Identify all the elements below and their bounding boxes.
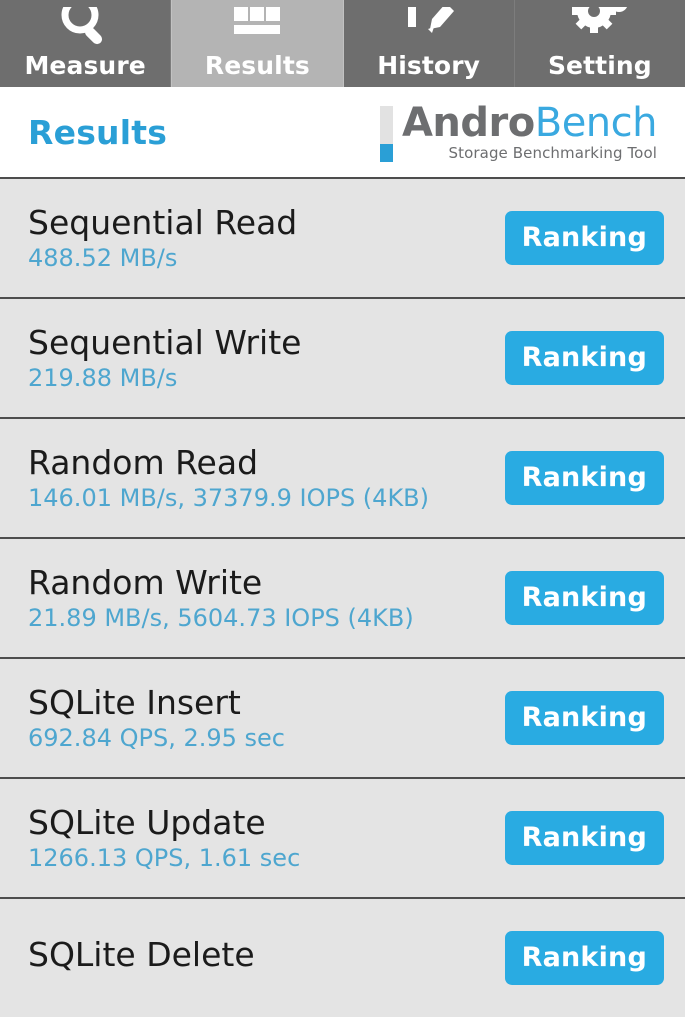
result-row-random-write[interactable]: Random Write 21.89 MB/s, 5604.73 IOPS (4… [0,537,685,657]
result-texts: Random Write 21.89 MB/s, 5604.73 IOPS (4… [28,566,414,630]
result-row-sequential-write[interactable]: Sequential Write 219.88 MB/s Ranking [0,297,685,417]
ranking-button[interactable]: Ranking [504,571,664,625]
result-title: SQLite Update [28,802,266,842]
clipboard-pencil-icon [344,7,514,51]
logo-bench: Bench [534,99,658,146]
bar-chart-icon [172,7,342,51]
result-row-sqlite-insert[interactable]: SQLite Insert 692.84 QPS, 2.95 sec Ranki… [0,657,685,777]
ranking-button[interactable]: Ranking [504,691,664,745]
results-list: Sequential Read 488.52 MB/s Ranking Sequ… [0,177,685,1017]
tab-setting[interactable]: Setting [514,0,685,87]
androbench-logo: AndroBench Storage Benchmarking Tool [379,99,659,162]
logo-bar-icon [379,105,393,162]
result-texts: SQLite Delete [28,938,255,978]
ranking-button[interactable]: Ranking [504,451,664,505]
magnifier-icon [0,7,170,51]
tab-history-label: History [377,51,481,80]
logo-andro: Andro [401,99,535,146]
result-title: Random Read [28,442,259,482]
result-value: 21.89 MB/s, 5604.73 IOPS (4KB) [28,603,414,632]
tab-measure-label: Measure [24,51,146,80]
result-texts: SQLite Update 1266.13 QPS, 1.61 sec [28,806,300,870]
result-texts: Random Read 146.01 MB/s, 37379.9 IOPS (4… [28,446,429,510]
tab-setting-label: Setting [547,51,652,80]
gear-icon [515,7,685,51]
result-value: 1266.13 QPS, 1.61 sec [28,843,301,872]
result-title: Sequential Write [28,322,302,362]
result-row-sequential-read[interactable]: Sequential Read 488.52 MB/s Ranking [0,177,685,297]
tab-history[interactable]: History [343,0,515,87]
result-title: SQLite Insert [28,682,241,722]
result-row-sqlite-update[interactable]: SQLite Update 1266.13 QPS, 1.61 sec Rank… [0,777,685,897]
result-title: Random Write [28,562,263,602]
result-row-sqlite-delete[interactable]: SQLite Delete Ranking [0,897,685,1017]
ranking-button[interactable]: Ranking [504,331,664,385]
logo-wordmark: AndroBench [401,99,658,146]
logo-text: AndroBench Storage Benchmarking Tool [401,99,658,162]
result-title: Sequential Read [28,202,298,242]
tab-results-label: Results [204,51,310,80]
result-value: 219.88 MB/s [28,363,178,392]
tab-results[interactable]: Results [171,0,344,87]
logo-tagline: Storage Benchmarking Tool [448,143,657,162]
result-texts: Sequential Write 219.88 MB/s [28,326,301,390]
result-texts: SQLite Insert 692.84 QPS, 2.95 sec [28,686,285,750]
page-header: Results AndroBench Storage Benchmarking … [0,87,685,177]
result-value: 146.01 MB/s, 37379.9 IOPS (4KB) [28,483,430,512]
result-texts: Sequential Read 488.52 MB/s [28,206,297,270]
ranking-button[interactable]: Ranking [504,931,664,985]
page-title: Results [28,112,168,152]
tab-measure[interactable]: Measure [0,0,172,87]
result-value: 488.52 MB/s [28,243,178,272]
result-title: SQLite Delete [28,935,255,975]
ranking-button[interactable]: Ranking [504,811,664,865]
result-value: 692.84 QPS, 2.95 sec [28,723,285,752]
result-row-random-read[interactable]: Random Read 146.01 MB/s, 37379.9 IOPS (4… [0,417,685,537]
ranking-button[interactable]: Ranking [504,211,664,265]
main-tab-bar: Measure Results History Setting [0,0,685,87]
